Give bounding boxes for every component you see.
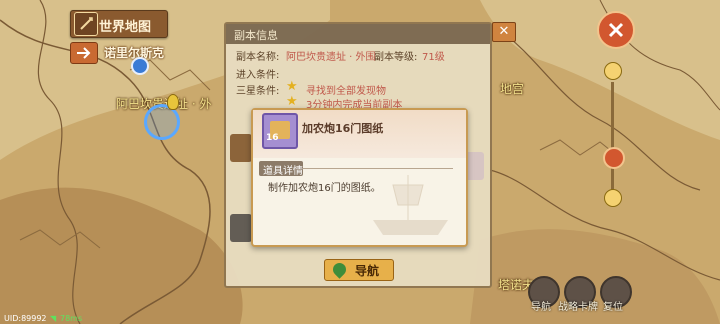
close-dialog-button[interactable]: ✕: [492, 22, 516, 42]
arrow-right-icon: [77, 47, 91, 59]
section-divider: [303, 168, 453, 169]
latency-value: 78ms: [60, 314, 83, 323]
quest-marker-icon[interactable]: [167, 94, 179, 110]
map-pin-icon: [330, 260, 349, 279]
reward-slot[interactable]: [230, 214, 252, 242]
item-name: 加农炮16门图纸: [302, 122, 384, 135]
item-description: 制作加农炮16门的图纸。: [268, 183, 381, 194]
star-icon: ★: [286, 79, 298, 94]
back-button[interactable]: [70, 42, 98, 64]
dungeon-name-label: 副本名称:: [236, 52, 280, 63]
zoom-handle[interactable]: [603, 147, 625, 169]
navigate-button-label: 导航: [355, 264, 380, 278]
zoom-slider[interactable]: [611, 82, 614, 192]
star-icon: ★: [286, 94, 298, 109]
signal-icon: ◥: [50, 314, 57, 323]
dungeon-level-value: 71级: [422, 52, 445, 63]
close-icon: [608, 22, 624, 38]
zoom-out-icon[interactable]: [604, 189, 622, 207]
star-condition-label: 三星条件:: [236, 86, 280, 97]
tactics-card-label: 战略卡牌: [558, 302, 598, 313]
dungeon-info-title: 副本信息: [234, 29, 278, 42]
star-condition-1: 寻找到全部发现物: [306, 86, 386, 97]
dungeon-name-value: 阿巴坎贵遗址 · 外围: [286, 52, 376, 63]
item-count: 16: [266, 133, 279, 143]
navigate-map-label: 导航: [531, 302, 551, 313]
ship-watermark-icon: [373, 175, 448, 235]
world-map-icon: [74, 12, 98, 36]
dungeon-info-header: 副本信息: [226, 24, 490, 44]
item-icon-slot[interactable]: 16: [262, 113, 298, 149]
map-title: 世界地图: [99, 20, 152, 35]
item-detail-tag-label: 道具详情: [263, 166, 303, 177]
close-icon: ✕: [498, 24, 510, 39]
map-palace-label[interactable]: 地宫: [500, 80, 524, 97]
user-id: UID:89992: [4, 314, 47, 323]
entry-condition-label: 进入条件:: [236, 70, 280, 81]
dungeon-level-label: 副本等级:: [374, 52, 418, 63]
reward-slot[interactable]: [230, 134, 252, 162]
zoom-in-icon[interactable]: [604, 62, 622, 80]
navigate-button[interactable]: 导航: [324, 259, 394, 281]
close-map-button[interactable]: [597, 11, 635, 49]
item-detail-tag: 道具详情: [259, 161, 303, 177]
location-pin-icon[interactable]: [131, 57, 149, 75]
reset-label: 复位: [603, 302, 623, 313]
